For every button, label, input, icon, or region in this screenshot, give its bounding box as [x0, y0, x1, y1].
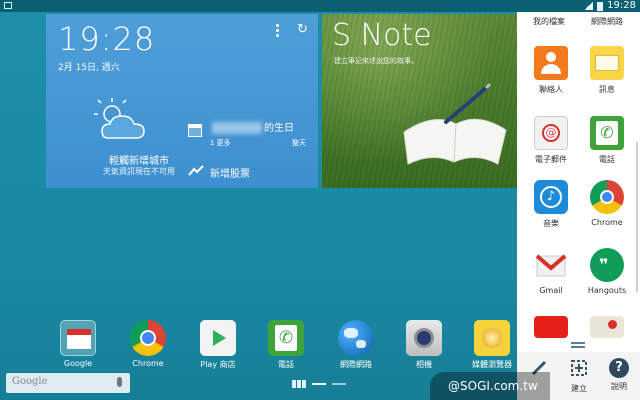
- email-icon: @: [534, 116, 568, 150]
- app-hangouts[interactable]: ❞ Hangouts: [579, 248, 635, 295]
- app-contacts[interactable]: 聯絡人: [523, 46, 579, 95]
- signal-icon: [584, 2, 594, 10]
- calendar-icon: [188, 124, 202, 137]
- mic-icon[interactable]: [117, 377, 122, 387]
- chrome-icon: [590, 180, 624, 214]
- page-dot-active[interactable]: [312, 383, 326, 385]
- snote-widget[interactable]: S Note 建立筆記來述說您的故事。: [322, 14, 518, 188]
- dock-media-browser[interactable]: 媒體瀏覽器: [462, 320, 522, 370]
- dock-phone[interactable]: ✆ 電話: [256, 320, 316, 370]
- clock-weather-widget[interactable]: 19:28 2月 15日, 週六 ↻ 輕觸新增城市 天氣資訊現在不可用 的生日 …: [46, 14, 318, 188]
- panel-scrollbar[interactable]: [636, 142, 638, 292]
- add-stock-label[interactable]: 新增股票: [210, 165, 250, 180]
- app-email[interactable]: @ 電子郵件: [523, 116, 579, 165]
- widget-date: 2月 15日, 週六: [58, 63, 120, 73]
- status-icons: 19:28: [584, 0, 636, 12]
- help-icon: ?: [609, 358, 629, 378]
- refresh-icon[interactable]: ↻: [297, 22, 308, 37]
- help-button[interactable]: ? 說明: [599, 358, 639, 392]
- app-music[interactable]: ♪ 音樂: [523, 180, 579, 229]
- snote-subtitle: 建立筆記來述說您的故事。: [334, 57, 418, 65]
- event-more: 1 更多: [210, 139, 231, 147]
- maps-icon: [590, 316, 624, 338]
- app-youtube-partial[interactable]: [523, 316, 579, 342]
- screenshot-notification-icon: [4, 2, 12, 9]
- app-chrome[interactable]: Chrome: [579, 180, 635, 227]
- weather-status: 天氣資訊現在不可用: [103, 167, 175, 176]
- contacts-icon: [534, 46, 568, 80]
- phone-icon: ✆: [590, 116, 624, 150]
- event-days: 整天: [292, 139, 306, 147]
- hangouts-icon: ❞: [590, 248, 624, 282]
- page-indicator: [292, 380, 346, 388]
- messages-icon: [590, 46, 624, 80]
- panel-top-row: 我的檔案 網際網路: [517, 12, 640, 32]
- status-time: 19:28: [607, 0, 636, 11]
- internet-icon: [338, 320, 374, 356]
- status-bar: 19:28: [0, 0, 640, 12]
- create-button[interactable]: 建立: [559, 358, 599, 394]
- google-search-bar[interactable]: Google: [6, 373, 130, 393]
- google-folder-icon: [60, 320, 96, 356]
- blurred-name: [212, 122, 262, 134]
- gmail-icon: [534, 248, 568, 282]
- widget-time: 19:28: [58, 20, 156, 58]
- app-messages[interactable]: 訊息: [579, 46, 635, 95]
- weather-cloud-icon: [94, 98, 145, 139]
- media-browser-icon: [474, 320, 510, 356]
- create-window-icon: [571, 360, 587, 376]
- stock-chart-icon: [188, 165, 204, 176]
- dock-google-folder[interactable]: Google: [48, 320, 108, 368]
- internet-label[interactable]: 網際網路: [591, 16, 623, 27]
- help-label: 說明: [611, 382, 627, 391]
- panel-drag-handle[interactable]: [571, 342, 585, 348]
- notebook-pen-illustration: [403, 82, 507, 165]
- battery-icon: [597, 1, 604, 11]
- camera-icon: [406, 320, 442, 356]
- create-label: 建立: [571, 384, 587, 393]
- chrome-icon: [130, 320, 166, 356]
- more-options-icon[interactable]: [276, 24, 280, 38]
- snote-title: S Note: [332, 18, 432, 53]
- dock-play-store[interactable]: Play 商店: [188, 320, 248, 370]
- add-city-label[interactable]: 輕觸新增城市: [94, 152, 184, 167]
- app-maps-partial[interactable]: [579, 316, 635, 342]
- app-panel: 我的檔案 網際網路 聯絡人 訊息 @ 電子郵件 ✆ 電話 ♪ 音樂 Chrome…: [517, 12, 640, 400]
- event-title[interactable]: 的生日: [264, 119, 294, 134]
- youtube-icon: [534, 316, 568, 338]
- watermark: @SOGI.com.tw: [430, 372, 550, 400]
- app-grid-icon[interactable]: [292, 380, 306, 388]
- phone-icon: ✆: [268, 320, 304, 356]
- dock-chrome[interactable]: Chrome: [118, 320, 178, 368]
- app-gmail[interactable]: Gmail: [523, 248, 579, 295]
- dock-internet[interactable]: 網際網路: [326, 320, 386, 370]
- music-icon: ♪: [534, 180, 568, 214]
- app-phone[interactable]: ✆ 電話: [579, 116, 635, 165]
- play-store-icon: [200, 320, 236, 356]
- my-files-label[interactable]: 我的檔案: [533, 16, 565, 27]
- page-dot[interactable]: [332, 383, 346, 385]
- google-search-label: Google: [12, 376, 48, 387]
- dock-camera[interactable]: 相機: [394, 320, 454, 370]
